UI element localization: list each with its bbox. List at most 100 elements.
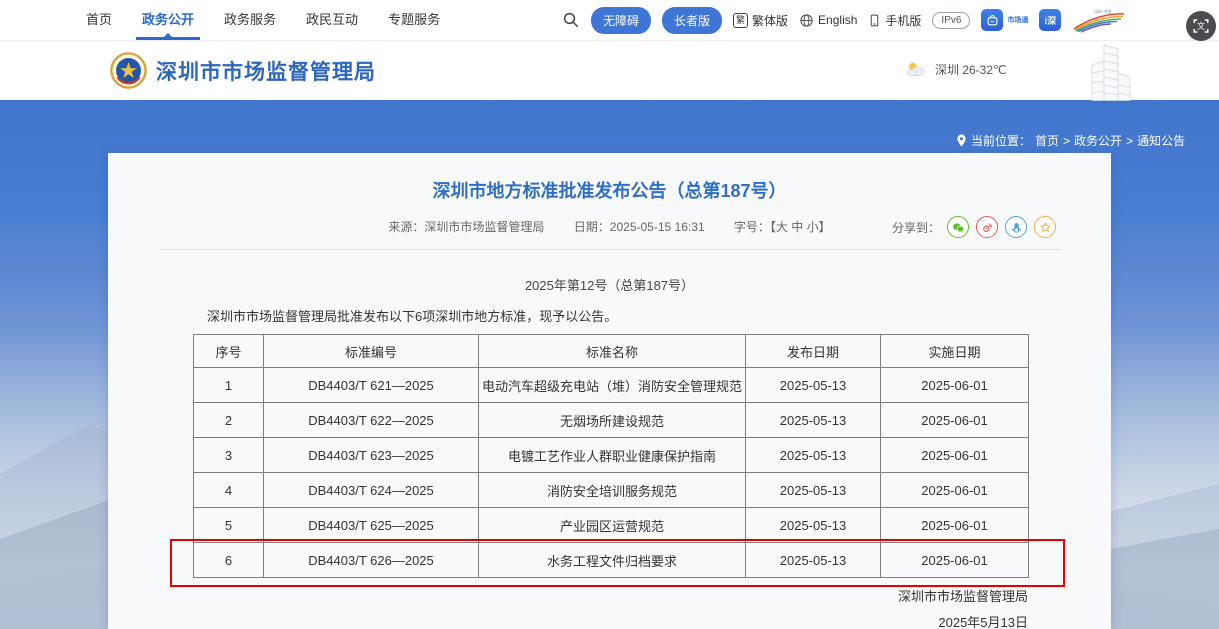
standards-table: 序号 标准编号 标准名称 发布日期 实施日期 1DB4403/T 621—202… [193, 334, 1029, 578]
table-cell: 6 [194, 543, 264, 578]
table-cell: 水务工程文件归档要求 [479, 543, 746, 578]
table-row: 1DB4403/T 621—2025电动汽车超级充电站（堆）消防安全管理规范20… [194, 368, 1029, 403]
traditional-version-label: 繁体版 [752, 12, 788, 29]
table-cell: 2025-06-01 [881, 403, 1029, 438]
ipv6-badge[interactable]: IPv6 [932, 12, 970, 29]
traditional-version-link[interactable]: 繁 繁体版 [733, 12, 788, 29]
doc-number: 2025年第12号（总第187号） [108, 275, 1111, 294]
translate-extension-button[interactable]: 文 [1186, 11, 1216, 41]
table-cell: 5 [194, 508, 264, 543]
col-header-effective-date: 实施日期 [881, 335, 1029, 368]
share-group: 分享到： [892, 216, 1056, 238]
signature-date: 2025年5月13日 [108, 610, 1028, 629]
article-title: 深圳市地方标准批准发布公告（总第187号） [108, 177, 1111, 203]
table-row: 2DB4403/T 622—2025无烟场所建设规范2025-05-132025… [194, 403, 1029, 438]
mobile-version-link[interactable]: 手机版 [868, 12, 921, 29]
location-pin-icon [956, 134, 967, 147]
nav-item-public-interaction[interactable]: 政民互动 [306, 0, 358, 40]
elder-version-button[interactable]: 长者版 [662, 7, 722, 34]
share-wechat-icon[interactable] [947, 216, 969, 238]
table-row: 6DB4403/T 626—2025水务工程文件归档要求2025-05-1320… [194, 543, 1029, 578]
share-qq-icon[interactable] [1005, 216, 1027, 238]
traditional-badge-icon: 繁 [733, 13, 748, 28]
table-cell: 2025-05-13 [746, 403, 881, 438]
table-row: 5DB4403/T 625—2025产业园区运营规范2025-05-132025… [194, 508, 1029, 543]
table-cell: 2025-06-01 [881, 543, 1029, 578]
top-utility-bar: 首页 政务公开 政务服务 政民互动 专题服务 无障碍 长者版 繁 繁体版 Eng… [0, 0, 1219, 40]
site-title: 深圳市市场监督管理局 [156, 56, 376, 86]
signature-org: 深圳市市场监督管理局 [108, 584, 1028, 610]
article-signature: 深圳市市场监督管理局 2025年5月13日 [108, 584, 1028, 629]
svg-text:深圳·中国: 深圳·中国 [1094, 8, 1111, 14]
shenzhen-city-logo[interactable]: 深圳·中国 [1072, 7, 1126, 33]
share-favorite-icon[interactable] [1034, 216, 1056, 238]
table-header-row: 序号 标准编号 标准名称 发布日期 实施日期 [194, 335, 1029, 368]
table-cell: 2025-05-13 [746, 368, 881, 403]
agency-emblem-icon [110, 52, 147, 89]
table-cell: 电镀工艺作业人群职业健康保护指南 [479, 438, 746, 473]
share-label: 分享到： [892, 219, 940, 236]
table-cell: DB4403/T 625—2025 [264, 508, 479, 543]
breadcrumb-notices[interactable]: 通知公告 [1137, 132, 1185, 149]
globe-icon [799, 13, 814, 28]
market-app-link[interactable]: 市场通 [981, 9, 1028, 31]
meta-source: 来源：深圳市市场监督管理局 [388, 220, 544, 234]
masthead: 深圳市市场监督管理局 深圳 26-32℃ [0, 40, 1219, 100]
english-version-link[interactable]: English [799, 13, 857, 28]
nav-item-gov-disclosure[interactable]: 政务公开 [142, 0, 194, 40]
standards-table-wrap: 序号 标准编号 标准名称 发布日期 实施日期 1DB4403/T 621—202… [193, 334, 1028, 578]
main-nav: 首页 政务公开 政务服务 政民互动 专题服务 [86, 0, 440, 40]
mobile-version-label: 手机版 [885, 12, 921, 29]
nav-item-special-services[interactable]: 专题服务 [388, 0, 440, 40]
breadcrumb-separator: > [1126, 134, 1133, 148]
table-cell: 2025-05-13 [746, 543, 881, 578]
meta-date: 日期：2025-05-15 16:31 [574, 220, 705, 234]
table-cell: 2025-05-13 [746, 473, 881, 508]
share-weibo-icon[interactable] [976, 216, 998, 238]
table-row: 4DB4403/T 624—2025消防安全培训服务规范2025-05-1320… [194, 473, 1029, 508]
table-cell: 无烟场所建设规范 [479, 403, 746, 438]
nav-item-gov-services[interactable]: 政务服务 [224, 0, 276, 40]
col-header-publish-date: 发布日期 [746, 335, 881, 368]
table-cell: 产业园区运营规范 [479, 508, 746, 543]
table-cell: 消防安全培训服务规范 [479, 473, 746, 508]
market-app-icon [981, 9, 1003, 31]
weather-widget: 深圳 26-32℃ [905, 60, 1007, 78]
building-art [1078, 43, 1142, 106]
table-cell: 1 [194, 368, 264, 403]
accessibility-button[interactable]: 无障碍 [591, 7, 651, 34]
table-cell: DB4403/T 623—2025 [264, 438, 479, 473]
table-cell: 2025-06-01 [881, 473, 1029, 508]
table-cell: DB4403/T 624—2025 [264, 473, 479, 508]
site-brand[interactable]: 深圳市市场监督管理局 [110, 52, 376, 89]
breadcrumb-label: 当前位置： [971, 132, 1031, 149]
standards-table-body: 1DB4403/T 621—2025电动汽车超级充电站（堆）消防安全管理规范20… [194, 368, 1029, 578]
market-app-label: 市场通 [1007, 15, 1028, 25]
weather-icon [905, 60, 927, 78]
meta-divider [160, 249, 1061, 250]
article-intro: 深圳市市场监督管理局批准发布以下6项深圳市地方标准，现予以公告。 [207, 306, 1026, 325]
table-row: 3DB4403/T 623—2025电镀工艺作业人群职业健康保护指南 2025-0… [194, 438, 1029, 473]
article-card: 深圳市地方标准批准发布公告（总第187号） 来源：深圳市市场监督管理局 日期：2… [108, 153, 1111, 629]
table-cell: 2025-06-01 [881, 508, 1029, 543]
svg-text:文: 文 [1197, 21, 1205, 31]
ishenzhen-app-icon[interactable]: i深 [1039, 9, 1061, 31]
col-header-standard-name: 标准名称 [479, 335, 746, 368]
table-cell: 2 [194, 403, 264, 438]
search-icon[interactable] [562, 11, 580, 29]
font-size-control[interactable]: 字号：【大 中 小】 [734, 220, 831, 234]
table-cell: 2025-05-13 [746, 508, 881, 543]
nav-item-home[interactable]: 首页 [86, 0, 112, 40]
col-header-standard-no: 标准编号 [264, 335, 479, 368]
breadcrumb-gov-disclosure[interactable]: 政务公开 [1074, 132, 1122, 149]
phone-icon [868, 13, 881, 28]
table-cell: DB4403/T 622—2025 [264, 403, 479, 438]
table-cell: 3 [194, 438, 264, 473]
table-cell: DB4403/T 626—2025 [264, 543, 479, 578]
weather-text: 深圳 26-32℃ [935, 61, 1007, 78]
topbar-tools: 无障碍 长者版 繁 繁体版 English 手机版 IPv6 市场通 i深 [562, 0, 1126, 40]
table-cell: 2025-06-01 [881, 438, 1029, 473]
table-cell: 电动汽车超级充电站（堆）消防安全管理规范 [479, 368, 746, 403]
breadcrumb-home[interactable]: 首页 [1035, 132, 1059, 149]
table-cell: 4 [194, 473, 264, 508]
